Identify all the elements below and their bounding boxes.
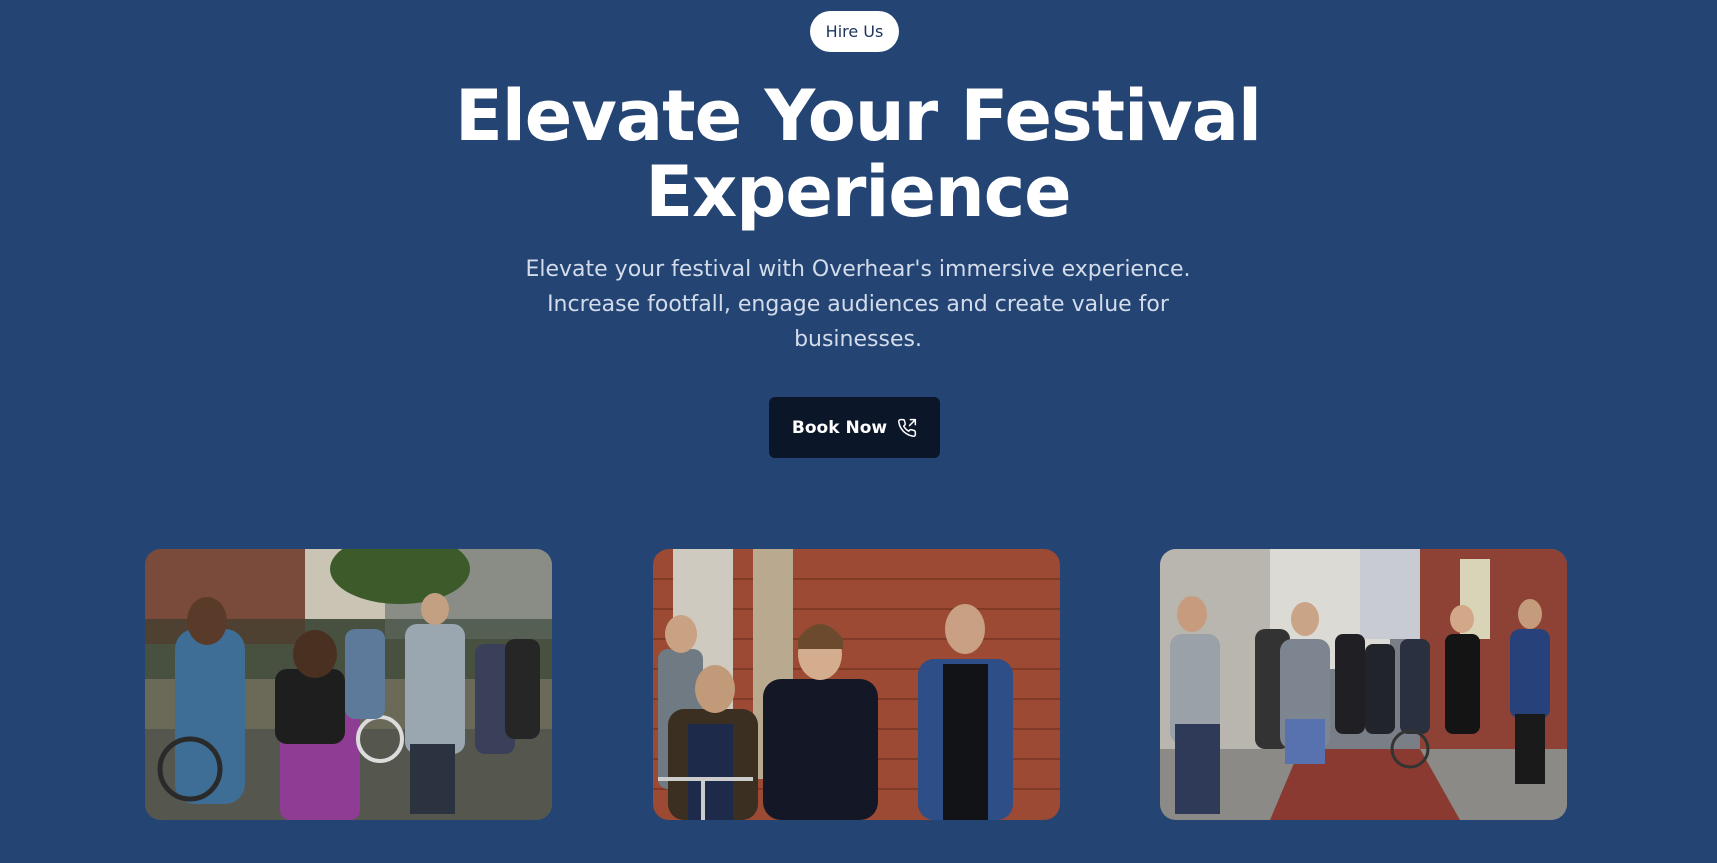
- hero-subtitle: Elevate your festival with Overhear's im…: [518, 252, 1198, 357]
- book-now-label: Book Now: [791, 417, 888, 438]
- subtitle-line-1: Elevate your festival with Overhear's im…: [525, 257, 1191, 282]
- subtitle-line-3: businesses.: [794, 327, 922, 352]
- subtitle-line-2: Increase footfall, engage audiences and …: [547, 292, 1169, 317]
- page-title: Elevate Your Festival Experience: [358, 78, 1358, 230]
- title-line-1: Elevate Your Festival: [455, 75, 1262, 157]
- hero-section: Hire Us Elevate Your Festival Experience…: [0, 0, 1717, 863]
- group-brick-wall-photo: [653, 549, 1060, 820]
- book-now-button[interactable]: Book Now: [769, 397, 940, 458]
- hire-us-badge[interactable]: Hire Us: [810, 11, 899, 52]
- street-audience-photo: [1160, 549, 1567, 820]
- title-line-2: Experience: [645, 151, 1071, 233]
- phone-outgoing-icon: [897, 418, 917, 438]
- festival-crowd-headphones-photo: [145, 549, 552, 820]
